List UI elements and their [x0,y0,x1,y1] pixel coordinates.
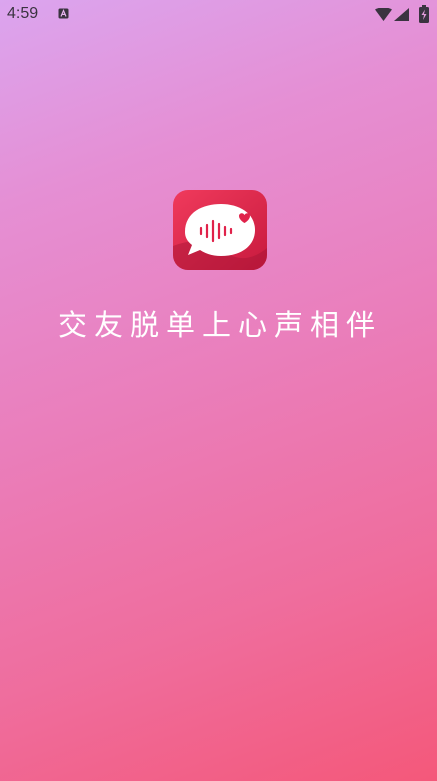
cell-signal-icon [394,8,409,21]
tagline: 交友脱单上心声相伴 [57,308,382,342]
battery-charging-icon [419,5,429,23]
voice-chat-bubble-heart-icon [173,190,267,270]
status-time: 4:59 [7,5,39,22]
a-box-icon [58,8,69,19]
app-icon [173,190,267,270]
status-bar: 4:59 [0,0,437,30]
wifi-icon [375,8,392,21]
